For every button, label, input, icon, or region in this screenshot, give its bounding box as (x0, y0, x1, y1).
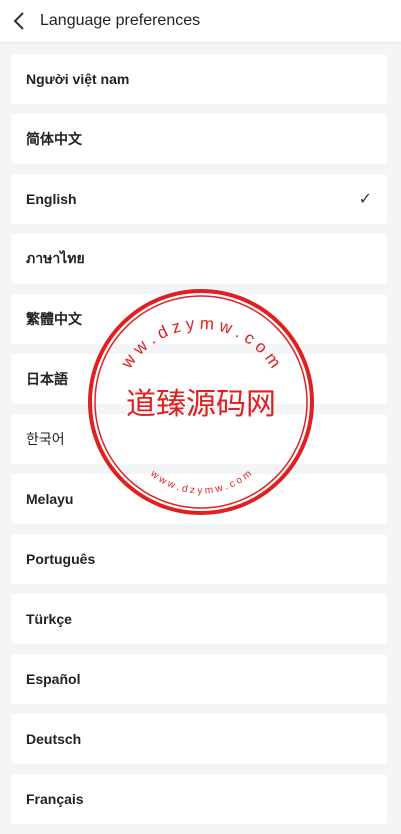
checkmark-icon: ✓ (358, 191, 372, 208)
language-label: ภาษาไทย (26, 250, 85, 266)
language-option-english[interactable]: English ✓ (11, 174, 387, 224)
language-label: Melayu (26, 491, 74, 507)
language-label: English (26, 191, 77, 207)
language-label: Türkçe (26, 611, 72, 627)
language-option-spanish[interactable]: Español (11, 654, 387, 704)
back-button[interactable] (4, 0, 34, 42)
language-label: Người việt nam (26, 71, 130, 87)
language-label: Français (26, 791, 84, 807)
language-label: Deutsch (26, 731, 82, 747)
language-label: Español (26, 671, 81, 687)
language-option-portuguese[interactable]: Português (11, 534, 387, 584)
chevron-left-icon (13, 12, 24, 30)
language-label: 日本語 (26, 371, 68, 387)
language-option-simplified-chinese[interactable]: 简体中文 (11, 114, 387, 164)
language-list: Người việt nam 简体中文 English ✓ ภาษาไทย 繁體… (11, 54, 387, 834)
language-label: 한국어 (26, 431, 65, 447)
header: Language preferences (0, 0, 401, 42)
language-option-japanese[interactable]: 日本語 (11, 354, 387, 404)
language-option-vietnamese[interactable]: Người việt nam (11, 54, 387, 104)
language-option-korean[interactable]: 한국어 (11, 414, 387, 464)
language-option-turkish[interactable]: Türkçe (11, 594, 387, 644)
language-option-french[interactable]: Français (11, 774, 387, 824)
language-label: 繁體中文 (26, 311, 82, 327)
page-title: Language preferences (40, 12, 201, 29)
language-option-traditional-chinese[interactable]: 繁體中文 (11, 294, 387, 344)
language-option-german[interactable]: Deutsch (11, 714, 387, 764)
language-label: Português (26, 551, 96, 567)
language-label: 简体中文 (26, 131, 82, 147)
language-option-malay[interactable]: Melayu (11, 474, 387, 524)
language-option-thai[interactable]: ภาษาไทย (11, 234, 387, 284)
